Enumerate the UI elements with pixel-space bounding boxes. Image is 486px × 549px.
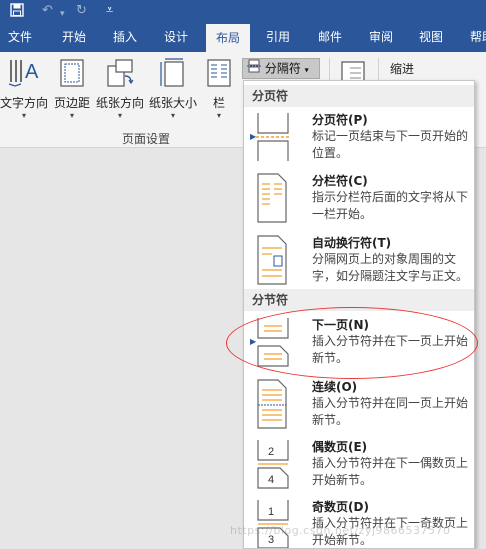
margins-label: 页边距 [53,96,90,110]
orientation-button[interactable]: 纸张方向 ▾ [94,58,146,121]
menu-item-description: 分隔网页上的对象周围的文字，如分隔题注文字与正文。 [312,252,469,283]
menu-item-title: 奇数页(D) [312,500,369,514]
menu-item-title: 连续(O) [312,380,358,394]
menu-item-description: 标记一页结束与下一页开始的位置。 [312,129,469,160]
menu-item-odd-page[interactable]: 13 奇数页(D) 插入分节符并在下一奇数页上开始新节。 [244,495,474,548]
undo-icon[interactable]: ↶ [42,3,53,19]
text-direction-button[interactable]: A 文字方向 ▾ [0,58,48,121]
margins-button[interactable]: 页边距 ▾ [50,58,94,121]
text-wrapping-break-icon [256,234,290,286]
menu-item-title: 分栏符(C) [312,174,368,188]
chevron-down-icon: ▾ [304,65,309,75]
size-button[interactable]: 纸张大小 ▾ [147,58,199,121]
svg-text:1: 1 [268,506,274,518]
save-icon[interactable] [10,3,24,22]
watermark: https://blog.csdn.net/zyj9866537570 [230,524,451,537]
menu-item-description: 指示分栏符后面的文字将从下一栏开始。 [312,190,469,221]
tab-file[interactable]: 文件 [8,22,32,52]
page-break-icon [256,111,290,163]
tab-help[interactable]: 帮助 [470,22,486,52]
menu-item-title: 下一页(N) [312,318,370,332]
tab-insert[interactable]: 插入 [113,22,137,52]
chevron-down-icon: ▾ [216,111,221,120]
menu-item-description: 插入分节符并在下一页上开始新节。 [312,334,469,365]
page-setup-group-label: 页面设置 [122,132,171,146]
indent-label: 缩进 [390,62,415,76]
menu-item-title: 偶数页(E) [312,440,368,454]
columns-button[interactable]: 栏 ▾ [202,58,236,121]
customize-quick-access-icon[interactable]: ⩡ [106,3,113,19]
menu-item-description: 插入分节符并在下一偶数页上开始新节。 [312,456,469,487]
chevron-down-icon: ▾ [21,111,26,120]
margins-icon [50,58,94,92]
text-direction-label: 文字方向 [0,96,49,110]
tab-review[interactable]: 审阅 [369,22,393,52]
svg-text:2: 2 [268,446,274,458]
column-break-icon [256,172,290,224]
chevron-down-icon: ▾ [69,111,74,120]
breaks-dropdown-menu: 分页符 ▶ 分页符(P) 标记一页结束与下一页开始的位置。 分栏符(C) 指示分… [243,80,475,549]
text-direction-icon: A [0,58,48,92]
menu-item-title: 自动换行符(T) [312,236,392,250]
ribbon-tabs: 文件 开始 插入 设计 布局 引用 邮件 审阅 视图 帮助 [0,22,486,52]
menu-item-continuous[interactable]: 连续(O) 插入分节符并在同一页上开始新节。 [244,375,474,435]
menu-item-column-break[interactable]: 分栏符(C) 指示分栏符后面的文字将从下一栏开始。 [244,169,474,229]
tab-design[interactable]: 设计 [164,22,188,52]
continuous-section-icon [256,378,290,430]
breaks-button[interactable]: 分隔符 ▾ [242,58,320,79]
menu-item-text-wrapping-break[interactable]: 自动换行符(T) 分隔网页上的对象周围的文字，如分隔题注文字与正文。 [244,231,474,291]
columns-icon [202,58,236,92]
menu-item-page-break[interactable]: ▶ 分页符(P) 标记一页结束与下一页开始的位置。 [244,108,474,168]
svg-text:A: A [25,61,39,83]
even-page-section-icon: 24 [256,438,290,490]
size-label: 纸张大小 [148,96,197,110]
tab-mailings[interactable]: 邮件 [318,22,342,52]
chevron-down-icon: ▾ [117,111,122,120]
breaks-icon [247,59,261,79]
orientation-label: 纸张方向 [95,96,144,110]
chevron-down-icon: ▾ [170,111,175,120]
menu-item-description: 插入分节符并在同一页上开始新节。 [312,396,469,427]
menu-item-title: 分页符(P) [312,113,368,127]
breaks-label: 分隔符 [264,61,301,76]
tab-view[interactable]: 视图 [419,22,443,52]
menu-item-even-page[interactable]: 24 偶数页(E) 插入分节符并在下一偶数页上开始新节。 [244,435,474,495]
page-breaks-header: 分页符 [244,85,474,107]
redo-icon[interactable]: ↻ [76,3,87,19]
next-page-section-icon [256,316,290,368]
menu-item-next-page[interactable]: ▶ 下一页(N) 插入分节符并在下一页上开始新节。 [244,313,474,373]
undo-dropdown-icon[interactable]: ▾ [60,6,65,22]
section-breaks-header: 分节符 [244,289,474,311]
tab-references[interactable]: 引用 [266,22,290,52]
tab-layout[interactable]: 布局 [206,24,251,52]
tab-home[interactable]: 开始 [62,22,86,52]
columns-label: 栏 [212,96,225,110]
svg-text:4: 4 [268,474,274,486]
title-bar: ↶ ▾ ↻ ⩡ [0,0,486,22]
page-size-icon [147,58,199,92]
orientation-icon [94,58,146,92]
